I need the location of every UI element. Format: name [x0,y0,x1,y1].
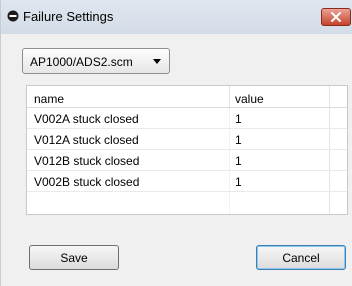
row-name-cell: V012B stuck closed [34,154,140,168]
row-divider [27,170,347,171]
close-button[interactable] [321,8,351,26]
close-icon [331,12,341,22]
file-select-value: AP1000/ADS2.scm [30,55,133,69]
row-divider [27,191,347,192]
row-name-cell: V002A stuck closed [34,112,139,126]
header-divider [27,107,347,108]
title-bar: Failure Settings [1,0,352,34]
dropdown-arrow-icon [153,59,161,64]
column-header-value[interactable]: value [235,92,264,106]
row-value-cell: 1 [235,112,242,126]
column-divider [229,86,230,107]
row-name-cell: V012A stuck closed [34,133,139,147]
row-value-cell: 1 [235,133,242,147]
cancel-button[interactable]: Cancel [256,245,346,270]
failure-settings-icon [7,10,19,22]
column-divider [329,86,330,214]
column-divider [229,107,230,214]
row-value-cell: 1 [235,175,242,189]
column-header-name[interactable]: name [34,92,64,106]
failure-table: name value V002A stuck closed 1 V012A st… [26,85,348,215]
row-name-cell: V002B stuck closed [34,175,140,189]
row-divider [27,128,347,129]
row-divider [27,149,347,150]
save-button[interactable]: Save [29,245,119,270]
window-title: Failure Settings [23,9,114,24]
row-value-cell: 1 [235,154,242,168]
failure-settings-window: Failure Settings AP1000/ADS2.scm name va… [0,0,352,286]
file-select-dropdown[interactable]: AP1000/ADS2.scm [22,48,170,74]
